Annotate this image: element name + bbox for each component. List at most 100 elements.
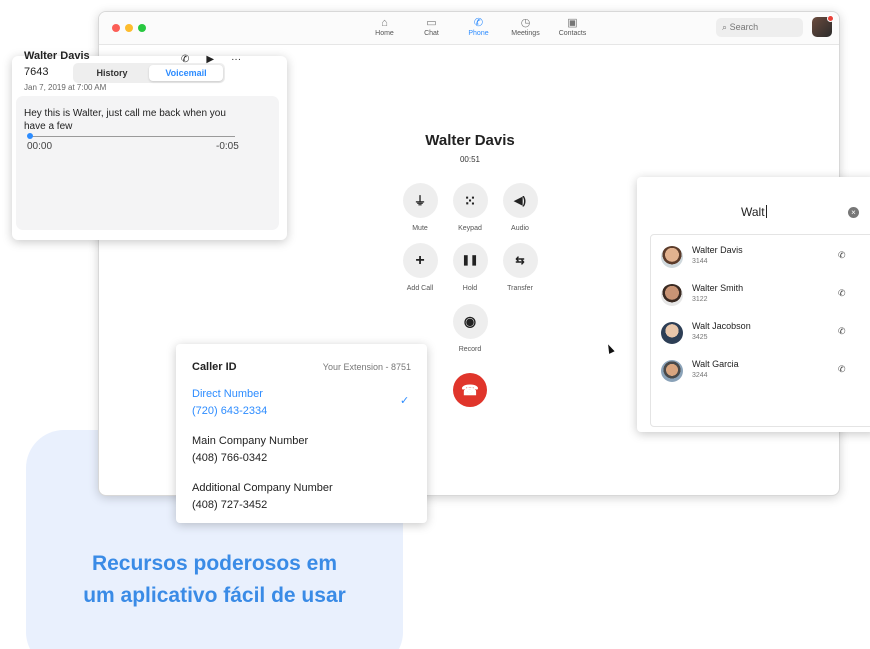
add-call-label: Add Call (406, 285, 434, 292)
audio-button[interactable]: ◀) Audio (495, 183, 545, 232)
tab-history[interactable]: History (75, 65, 149, 81)
nav-phone[interactable]: ✆ Phone (455, 16, 502, 37)
speaker-icon: ◀) (502, 183, 538, 218)
play-icon[interactable]: ▶ (206, 54, 214, 65)
more-icon[interactable]: ··· (231, 54, 241, 65)
contact-result-row[interactable]: Walter Davis 3144 ✆ (651, 243, 870, 281)
nav-chat-label: Chat (424, 30, 439, 37)
contact-extension: 3144 (692, 258, 708, 265)
search-placeholder: Search (729, 22, 759, 32)
hangup-icon: ☎ (461, 382, 479, 398)
screenshot-stage: Recursos poderosos em um aplicativo fáci… (0, 0, 870, 649)
close-window-button[interactable] (112, 24, 120, 32)
notification-dot (827, 15, 834, 22)
caller-id-option-additional[interactable]: Additional Company Number (408) 727-3452 (192, 480, 333, 514)
end-call-button[interactable]: ☎ (453, 373, 487, 407)
promo-line-2: um aplicativo fácil de usar (83, 584, 346, 607)
pause-icon: ❚❚ (452, 243, 488, 278)
caller-id-option-name: Additional Company Number (192, 482, 333, 494)
call-contact-icon[interactable]: ✆ (838, 288, 846, 299)
caller-id-option-number: (408) 766-0342 (192, 452, 268, 464)
caller-id-option-name: Direct Number (192, 388, 263, 400)
minimize-window-button[interactable] (125, 24, 133, 32)
top-nav: ⌂ Home ▭ Chat ✆ Phone ◷ Meetings ▣ Conta… (361, 16, 596, 37)
nav-phone-label: Phone (468, 30, 489, 37)
chat-icon: ▭ (426, 17, 437, 29)
contact-name: Walter Smith (692, 283, 744, 293)
clock-icon: ◷ (520, 17, 531, 29)
microphone-icon: ⏚ (402, 183, 438, 218)
voicemail-date: Jan 7, 2019 at 7:00 AM (24, 83, 107, 92)
keypad-icon: ⁙ (452, 183, 488, 218)
contact-result-row[interactable]: Walt Jacobson 3425 ✆ (651, 319, 870, 357)
contact-results-list: Walter Davis 3144 ✆ Walter Smith 3122 ✆ … (650, 234, 870, 427)
contact-name: Walt Jacobson (692, 321, 751, 331)
contact-extension: 3244 (692, 372, 708, 379)
home-icon: ⌂ (381, 17, 388, 29)
contact-extension: 3425 (692, 334, 708, 341)
search-input[interactable]: ⌕ Search (716, 18, 803, 37)
call-contact-icon[interactable]: ✆ (838, 250, 846, 261)
maximize-window-button[interactable] (138, 24, 146, 32)
promo-tagline: Recursos poderosos em um aplicativo fáci… (26, 548, 403, 612)
nav-meetings[interactable]: ◷ Meetings (502, 16, 549, 37)
voicemail-progress-handle[interactable] (27, 133, 33, 139)
voicemail-time-elapsed: 00:00 (27, 141, 53, 152)
contact-avatar (661, 284, 683, 306)
contact-avatar (661, 246, 683, 268)
caller-id-extension: Your Extension - 8751 (322, 362, 411, 372)
mute-label: Mute (412, 225, 428, 232)
nav-home[interactable]: ⌂ Home (361, 16, 408, 37)
contact-result-row[interactable]: Walt Garcia 3244 ✆ (651, 357, 870, 395)
add-call-button[interactable]: + Add Call (395, 243, 445, 292)
record-icon: ◉ (452, 304, 488, 339)
voicemail-caller-extension: 7643 (24, 66, 49, 78)
contact-name: Walter Davis (692, 245, 743, 255)
caller-id-option-number: (720) 643-2334 (192, 405, 268, 417)
checkmark-icon: ✓ (400, 395, 410, 407)
profile-avatar[interactable] (812, 15, 834, 37)
mouse-cursor-icon (605, 343, 615, 354)
contact-avatar (661, 360, 683, 382)
call-contact-icon[interactable]: ✆ (838, 326, 846, 337)
phone-icon: ✆ (473, 17, 484, 29)
transfer-icon: ⇆ (502, 243, 538, 278)
audio-label: Audio (511, 225, 529, 232)
tab-voicemail[interactable]: Voicemail (149, 65, 223, 81)
hold-button[interactable]: ❚❚ Hold (445, 243, 495, 292)
record-label: Record (458, 346, 482, 353)
call-contact-icon[interactable]: ✆ (838, 364, 846, 375)
caller-id-option-number: (408) 727-3452 (192, 499, 268, 511)
caller-id-title: Caller ID (192, 361, 237, 373)
nav-home-label: Home (375, 30, 394, 37)
contact-search-panel: Walt × Walter Davis 3144 ✆ Walter Smith … (637, 177, 870, 432)
caller-id-option-direct[interactable]: Direct Number (720) 643-2334 (192, 386, 267, 420)
search-icon: ⌕ (722, 22, 728, 32)
contacts-icon: ▣ (567, 17, 578, 29)
caller-id-panel: Caller ID Your Extension - 8751 Direct N… (176, 344, 427, 523)
nav-meetings-label: Meetings (511, 30, 540, 37)
transfer-button[interactable]: ⇆ Transfer (495, 243, 545, 292)
contact-search-input[interactable]: Walt (741, 205, 767, 219)
contact-result-row[interactable]: Walter Smith 3122 ✆ (651, 281, 870, 319)
nav-contacts[interactable]: ▣ Contacts (549, 16, 596, 37)
voicemail-caller-name: Walter Davis (24, 50, 90, 62)
caller-id-option-main[interactable]: Main Company Number (408) 766-0342 (192, 433, 308, 467)
caller-id-option-name: Main Company Number (192, 435, 309, 447)
keypad-button[interactable]: ⁙ Keypad (445, 183, 495, 232)
mute-button[interactable]: ⏚ Mute (395, 183, 445, 232)
title-bar: ⌂ Home ▭ Chat ✆ Phone ◷ Meetings ▣ Conta… (99, 12, 839, 45)
call-back-icon[interactable]: ✆ (181, 54, 189, 65)
plus-icon: + (402, 243, 438, 278)
contact-avatar (661, 322, 683, 344)
text-caret (765, 205, 767, 218)
voicemail-progress-track[interactable] (29, 136, 235, 137)
nav-contacts-label: Contacts (558, 30, 587, 37)
voicemail-transcript: Hey this is Walter, just call me back wh… (24, 108, 226, 132)
nav-chat[interactable]: ▭ Chat (408, 16, 455, 37)
keypad-label: Keypad (458, 225, 482, 232)
record-button[interactable]: ◉ Record (445, 304, 495, 353)
clear-search-icon[interactable]: × (848, 207, 859, 218)
transfer-label: Transfer (507, 285, 533, 292)
history-voicemail-switch: History Voicemail (73, 63, 225, 83)
